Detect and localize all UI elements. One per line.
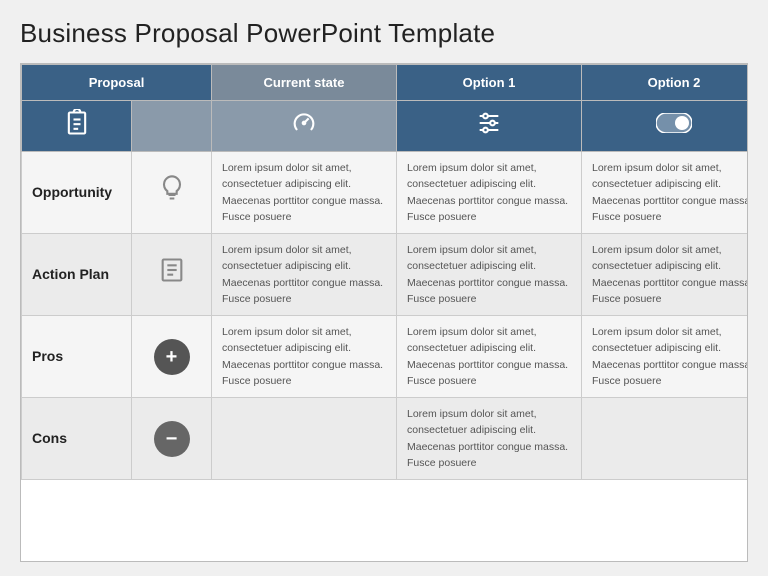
- pros-current-text: Lorem ipsum dolor sit amet, consectetuer…: [212, 316, 397, 398]
- page-title: Business Proposal PowerPoint Template: [20, 18, 748, 49]
- action-plan-current-text: Lorem ipsum dolor sit amet, consectetuer…: [212, 234, 397, 316]
- table-row: Action Plan Lorem ipsum dolor sit amet, …: [22, 234, 749, 316]
- header-row: Proposal Current state Option 1 Option 2: [22, 65, 749, 101]
- pros-icon-cell: +: [132, 316, 212, 398]
- opportunity-current-text: Lorem ipsum dolor sit amet, consectetuer…: [212, 152, 397, 234]
- toggle-icon: [656, 113, 692, 133]
- opt1-icon-cell: [397, 101, 582, 152]
- proposal-table: Proposal Current state Option 1 Option 2: [21, 64, 748, 480]
- opportunity-opt1-text: Lorem ipsum dolor sit amet, consectetuer…: [397, 152, 582, 234]
- table-row: Opportunity Lorem ipsum dolor sit amet, …: [22, 152, 749, 234]
- table-body: Opportunity Lorem ipsum dolor sit amet, …: [22, 152, 749, 480]
- clipboard-icon: [63, 109, 91, 137]
- pros-opt2-text: Lorem ipsum dolor sit amet, consectetuer…: [582, 316, 749, 398]
- opportunity-opt2-text: Lorem ipsum dolor sit amet, consectetuer…: [582, 152, 749, 234]
- th-proposal: Proposal: [22, 65, 212, 101]
- action-plan-opt2-text: Lorem ipsum dolor sit amet, consectetuer…: [582, 234, 749, 316]
- pros-opt1-text: Lorem ipsum dolor sit amet, consectetuer…: [397, 316, 582, 398]
- cons-opt2-text: [582, 398, 749, 480]
- th-opt1: Option 1: [397, 65, 582, 101]
- sliders-icon: [475, 109, 503, 137]
- cons-opt1-text: Lorem ipsum dolor sit amet, consectetuer…: [397, 398, 582, 480]
- list-icon: [158, 256, 186, 284]
- table-row: Pros + Lorem ipsum dolor sit amet, conse…: [22, 316, 749, 398]
- current-icon-cell: [212, 101, 397, 152]
- row-label-pros: Pros: [22, 316, 132, 398]
- opt2-icon-cell: [582, 101, 749, 152]
- plus-icon: +: [154, 339, 190, 375]
- action-plan-opt1-text: Lorem ipsum dolor sit amet, consectetuer…: [397, 234, 582, 316]
- speedometer-icon: [290, 109, 318, 137]
- icon-spacer-cell: [132, 101, 212, 152]
- row-label-action-plan: Action Plan: [22, 234, 132, 316]
- th-current: Current state: [212, 65, 397, 101]
- icon-row: [22, 101, 749, 152]
- proposal-icon-cell: [22, 101, 132, 152]
- row-label-opportunity: Opportunity: [22, 152, 132, 234]
- opportunity-icon-cell: [132, 152, 212, 234]
- proposal-table-wrapper: Proposal Current state Option 1 Option 2: [20, 63, 748, 562]
- minus-icon: −: [154, 421, 190, 457]
- cons-current-text: [212, 398, 397, 480]
- lightbulb-icon: [158, 174, 186, 202]
- row-label-cons: Cons: [22, 398, 132, 480]
- action-plan-icon-cell: [132, 234, 212, 316]
- page: Business Proposal PowerPoint Template Pr…: [0, 0, 768, 576]
- table-row: Cons − Lorem ipsum dolor sit amet, conse…: [22, 398, 749, 480]
- cons-icon-cell: −: [132, 398, 212, 480]
- th-opt2: Option 2: [582, 65, 749, 101]
